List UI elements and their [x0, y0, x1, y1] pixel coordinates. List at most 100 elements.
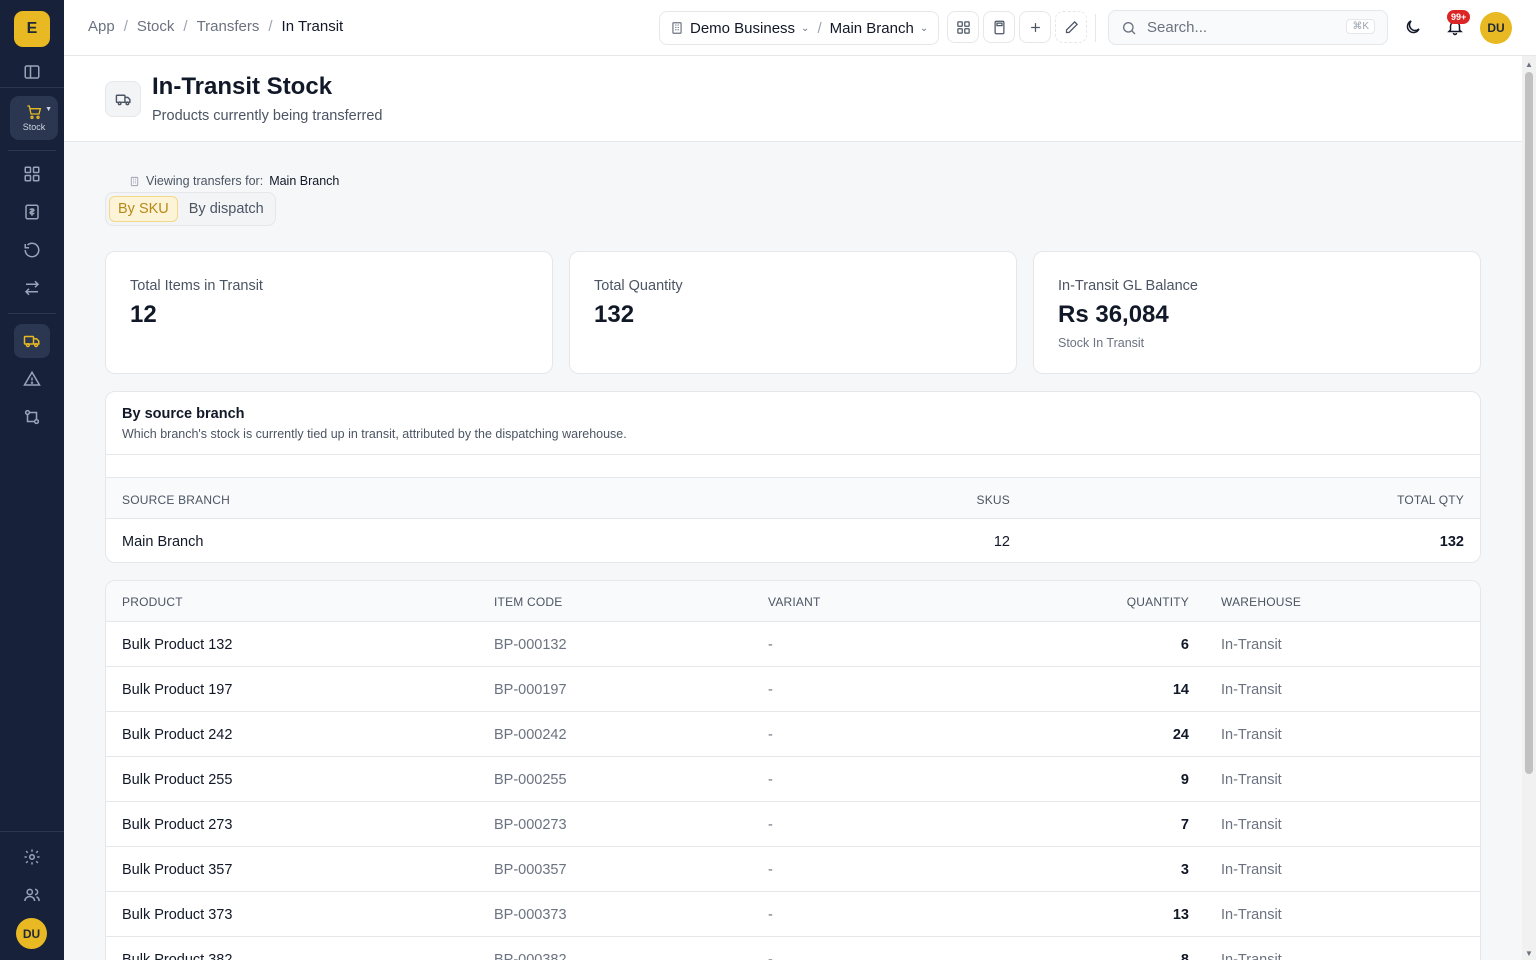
git-compare-icon[interactable]	[14, 400, 50, 434]
module-label: Stock	[22, 122, 46, 132]
column-header[interactable]: ITEM CODE	[494, 595, 562, 609]
scrollbar[interactable]: ▲ ▼	[1522, 56, 1536, 960]
breadcrumb-current: In Transit	[281, 18, 344, 35]
breadcrumb-app[interactable]: App	[88, 18, 115, 35]
warehouse-cell: In-Transit	[1221, 862, 1282, 878]
item-code-cell: BP-000357	[494, 862, 567, 878]
settings-gear-icon[interactable]	[14, 840, 50, 874]
table-row[interactable]: Bulk Product 357 BP-000357 - 3 In-Transit	[106, 847, 1480, 892]
product-cell: Bulk Product 255	[122, 772, 233, 788]
item-code-cell: BP-000255	[494, 772, 567, 788]
search-placeholder: Search...	[1147, 19, 1208, 36]
scroll-down-icon[interactable]: ▼	[1525, 949, 1533, 958]
column-header[interactable]: PRODUCT	[122, 595, 183, 609]
chevron-down-icon: ⌄	[919, 22, 929, 34]
stat-value: 132	[594, 301, 635, 328]
stat-label: In-Transit GL Balance	[1058, 278, 1198, 294]
column-header[interactable]: QUANTITY	[1127, 595, 1189, 609]
product-cell: Bulk Product 357	[122, 862, 233, 878]
toggle-sidebar-icon[interactable]	[14, 55, 50, 89]
view-by-sku-button[interactable]: By SKU	[109, 196, 178, 222]
history-icon[interactable]	[14, 233, 50, 267]
scrollbar-thumb[interactable]	[1525, 72, 1533, 774]
warehouse-cell: In-Transit	[1221, 682, 1282, 698]
stat-label: Total Quantity	[594, 278, 683, 294]
table-header: SOURCE BRANCH SKUS TOTAL QTY	[106, 477, 1480, 519]
search-input[interactable]: Search... ⌘K	[1108, 10, 1388, 45]
table-row[interactable]: Bulk Product 373 BP-000373 - 13 In-Transit	[106, 892, 1480, 937]
stat-note: Stock In Transit	[1058, 336, 1145, 350]
quantity-cell: 14	[1172, 682, 1189, 698]
product-cell: Bulk Product 273	[122, 817, 233, 833]
theme-toggle-button[interactable]	[1402, 16, 1424, 38]
breadcrumb-transfers[interactable]: Transfers	[197, 18, 260, 35]
table-row[interactable]: Main Branch 12 132	[106, 519, 1480, 562]
item-code-cell: BP-000242	[494, 727, 567, 743]
module-switcher-stock[interactable]: Stock ▼	[10, 96, 58, 140]
products-table: PRODUCT ITEM CODE VARIANT QUANTITY WAREH…	[105, 580, 1481, 960]
product-cell: Bulk Product 197	[122, 682, 233, 698]
dashboard-grid-icon[interactable]	[14, 157, 50, 191]
column-header[interactable]: SOURCE BRANCH	[122, 493, 230, 507]
invoice-icon[interactable]	[14, 195, 50, 229]
stat-value: 12	[130, 301, 157, 328]
truck-icon	[105, 81, 141, 117]
truck-icon[interactable]	[14, 324, 50, 358]
table-row[interactable]: Bulk Product 197 BP-000197 - 14 In-Transit	[106, 667, 1480, 712]
grid-icon	[956, 20, 970, 34]
apps-grid-button[interactable]	[947, 11, 979, 43]
add-button[interactable]	[1019, 11, 1051, 43]
calculator-button[interactable]	[983, 11, 1015, 43]
business-name: Demo Business	[690, 19, 796, 37]
breadcrumb: App / Stock / Transfers / In Transit	[88, 18, 344, 35]
transfer-arrows-icon[interactable]	[14, 271, 50, 305]
column-header[interactable]: VARIANT	[768, 595, 821, 609]
total-qty-cell: 132	[1439, 534, 1464, 550]
column-header[interactable]: WAREHOUSE	[1221, 595, 1301, 609]
table-header: PRODUCT ITEM CODE VARIANT QUANTITY WAREH…	[106, 581, 1480, 622]
table-row[interactable]: Bulk Product 242 BP-000242 - 24 In-Transit	[106, 712, 1480, 757]
pencil-icon	[1065, 20, 1078, 33]
item-code-cell: BP-000132	[494, 637, 567, 653]
variant-cell: -	[768, 907, 773, 923]
search-shortcut: ⌘K	[1346, 19, 1375, 34]
warehouse-cell: In-Transit	[1221, 817, 1282, 833]
chevron-down-icon: ⌄	[801, 22, 810, 34]
users-icon[interactable]	[14, 878, 50, 912]
page-title: In-Transit Stock	[152, 73, 333, 100]
app-logo[interactable]: E	[14, 11, 50, 47]
search-icon	[1123, 21, 1136, 34]
product-cell: Bulk Product 242	[122, 727, 233, 743]
variant-cell: -	[768, 682, 773, 698]
product-cell: Bulk Product 382	[122, 952, 233, 960]
business-branch-selector[interactable]: Demo Business ⌄ / Main Branch ⌄	[659, 11, 939, 45]
view-by-dispatch-button[interactable]: By dispatch	[181, 196, 272, 222]
warning-icon[interactable]	[14, 362, 50, 396]
item-code-cell: BP-000373	[494, 907, 567, 923]
quantity-cell: 7	[1180, 817, 1189, 833]
column-header[interactable]: TOTAL QTY	[1397, 493, 1464, 507]
stat-label: Total Items in Transit	[130, 278, 263, 294]
avatar[interactable]: DU	[16, 918, 47, 949]
breadcrumb-stock[interactable]: Stock	[137, 18, 175, 35]
column-header[interactable]: SKUS	[977, 493, 1010, 507]
variant-cell: -	[768, 817, 773, 833]
panel-title: By source branch	[122, 406, 245, 422]
context-value: Main Branch	[269, 174, 340, 188]
branch-context: Viewing transfers for: Main Branch	[129, 174, 339, 188]
stat-card-quantity: Total Quantity 132	[569, 251, 1017, 374]
table-row[interactable]: Bulk Product 382 BP-000382 - 8 In-Transit	[106, 937, 1480, 960]
variant-cell: -	[768, 952, 773, 960]
sidebar: E Stock ▼ DU	[0, 0, 64, 960]
table-row[interactable]: Bulk Product 132 BP-000132 - 6 In-Transit	[106, 622, 1480, 667]
table-row[interactable]: Bulk Product 273 BP-000273 - 7 In-Transit	[106, 802, 1480, 847]
warehouse-cell: In-Transit	[1221, 952, 1282, 960]
notification-badge: 99+	[1447, 10, 1471, 24]
warehouse-cell: In-Transit	[1221, 907, 1282, 923]
branch-name: Main Branch	[829, 19, 914, 37]
avatar[interactable]: DU	[1480, 12, 1512, 44]
scroll-up-icon[interactable]: ▲	[1525, 60, 1533, 69]
edit-layout-button[interactable]	[1055, 11, 1087, 43]
table-row[interactable]: Bulk Product 255 BP-000255 - 9 In-Transit	[106, 757, 1480, 802]
variant-cell: -	[768, 772, 773, 788]
